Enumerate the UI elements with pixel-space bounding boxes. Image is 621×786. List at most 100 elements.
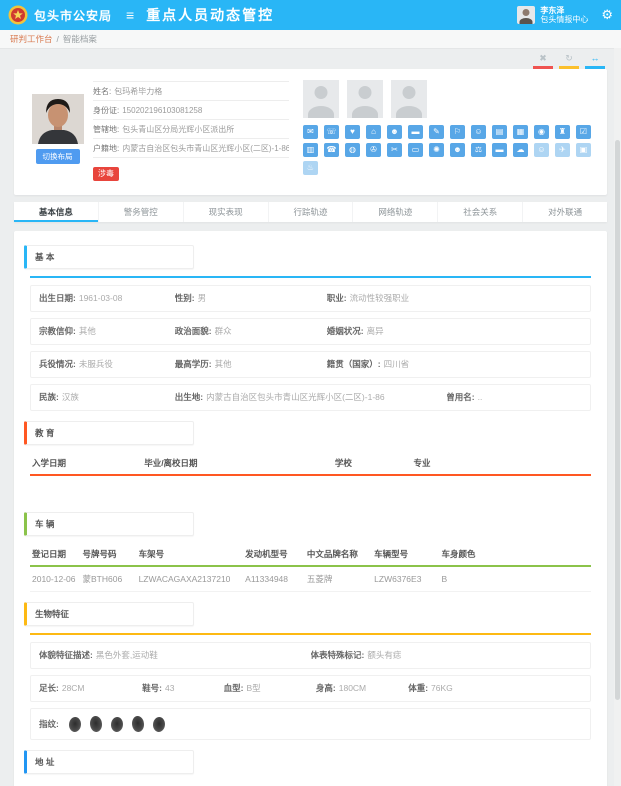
tab[interactable]: 网络轨迹 <box>353 202 438 222</box>
col-vin: 车架号 <box>137 543 244 566</box>
menu-icon[interactable]: ≡ <box>126 7 134 23</box>
creditcard-icon[interactable]: ▬ <box>492 143 507 157</box>
photo-placeholder[interactable] <box>391 80 427 118</box>
field-id-number: 身份证:150202196103081258 <box>93 101 289 120</box>
rss-icon[interactable]: ◍ <box>345 143 360 157</box>
tab[interactable]: 警务管控 <box>99 202 184 222</box>
photo-placeholders <box>303 80 599 118</box>
tab[interactable]: 对外联通 <box>523 202 607 222</box>
chat-icon[interactable]: ✉ <box>303 125 318 139</box>
taxi-icon[interactable]: ✇ <box>366 143 381 157</box>
fingerprint-image <box>131 715 145 732</box>
field-height: 身高:180CM <box>316 683 408 694</box>
hotel-icon[interactable]: ▬ <box>408 125 423 139</box>
refresh-icon[interactable]: ↻ <box>559 52 579 69</box>
field-former-name: 曾用名:.. <box>446 392 582 403</box>
app-title: 包头市公安局 <box>34 7 112 24</box>
bed-icon[interactable]: ▭ <box>408 143 423 157</box>
police-car-icon[interactable]: ⚖ <box>471 143 486 157</box>
fingerprint-image <box>89 715 103 732</box>
document-icon[interactable]: ▤ <box>492 125 507 139</box>
profile-card: 切换布局 姓名:包玛希毕力格 身份证:150202196103081258 管辖… <box>14 69 607 195</box>
cloud-icon[interactable]: ☁ <box>513 143 528 157</box>
field-body-marks: 体表特殊标记:额头有痣 <box>311 650 583 661</box>
group-icon[interactable]: ☻ <box>387 125 402 139</box>
basic-row: 兵役情况:未服兵役 最高学历:其他 籍贯（国家）:四川省 <box>30 351 591 378</box>
drug-involvement-badge: 涉毒 <box>93 167 119 181</box>
fingerprint-row: 指纹: <box>30 708 591 740</box>
phone-call-icon[interactable]: ☏ <box>324 125 339 139</box>
section-vehicle: 车 辆 登记日期 号牌号码 车架号 发动机型号 中文品牌名称 车辆型号 车身颜色 <box>24 512 597 592</box>
fingerprint-image <box>68 716 81 732</box>
col-address-type: 类型 <box>30 781 109 786</box>
col-body-color: 车身颜色 <box>439 543 591 566</box>
user-meta: 李东泽 包头情报中心 <box>540 6 588 24</box>
user-avatar[interactable] <box>517 6 535 24</box>
tab[interactable]: 现实表现 <box>184 202 269 222</box>
field-blood-type: 血型:B型 <box>224 683 316 694</box>
home-icon[interactable]: ⌂ <box>366 125 381 139</box>
fingerprint-label: 指纹: <box>39 719 59 730</box>
scrollbar-thumb[interactable] <box>615 140 620 700</box>
photo-placeholder[interactable] <box>303 80 339 118</box>
heart-icon[interactable]: ♥ <box>345 125 360 139</box>
person-light-icon[interactable]: ☺ <box>534 143 549 157</box>
col-brand-name: 中文品牌名称 <box>305 543 372 566</box>
education-icon[interactable]: ✎ <box>429 125 444 139</box>
bank-icon[interactable]: ♜ <box>555 125 570 139</box>
section-basic: 基 本 出生日期:1961-03-08 性别:男 职业:流动性较强职业 宗教信仰… <box>24 245 597 411</box>
telephone-icon[interactable]: ☎ <box>324 143 339 157</box>
scrollbar-track[interactable] <box>614 48 621 786</box>
col-engine-model: 发动机型号 <box>243 543 305 566</box>
fullscreen-icon[interactable]: ✖ <box>533 52 553 69</box>
train-light-icon[interactable]: ♨ <box>303 161 318 175</box>
tab[interactable]: 行踪轨迹 <box>269 202 354 222</box>
tab[interactable]: 社会关系 <box>438 202 523 222</box>
page-title: 重点人员动态管控 <box>146 5 274 25</box>
collapse-icon[interactable]: ↔ <box>585 52 605 69</box>
detail-card: 基 本 出生日期:1961-03-08 性别:男 职业:流动性较强职业 宗教信仰… <box>14 231 607 786</box>
switch-layout-button[interactable]: 切换布局 <box>36 149 80 164</box>
tag-icon[interactable]: ✂ <box>387 143 402 157</box>
image-icon[interactable]: ▦ <box>513 125 528 139</box>
idcard-icon[interactable]: ▥ <box>303 143 318 157</box>
person-icon[interactable]: ☺ <box>471 125 486 139</box>
fingerprint-image <box>152 716 165 732</box>
field-foot-length: 足长:28CM <box>39 683 142 694</box>
table-header-row: 入学日期 毕业/离校日期 学校 专业 <box>30 452 591 475</box>
user-area: 李东泽 包头情报中心 ⚙ <box>517 6 613 24</box>
user-icon[interactable]: ☻ <box>450 143 465 157</box>
field-birth-place: 出生地:内蒙古自治区包头市青山区光辉小区(二区)-1-86 <box>175 392 447 403</box>
plane-light-icon[interactable]: ✈ <box>555 143 570 157</box>
check-icon[interactable]: ☑ <box>576 125 591 139</box>
profile-right-column: ✉ ☏ ♥ ⌂ ☻ ▬ ✎ ⚐ <box>289 78 599 186</box>
window-controls: ✖ ↻ ↔ <box>14 52 607 69</box>
settings-gear-icon[interactable]: ⚙ <box>601 7 613 23</box>
wifi-icon[interactable]: ◉ <box>534 125 549 139</box>
section-education-title: 教 育 <box>24 421 194 445</box>
table-row: 2010-12-06 蒙BTH606 LZWACAGAXA2137210 A11… <box>30 566 591 592</box>
section-address: 地 址 类型 地址 家庭地址 内蒙古自治区包头市青山区光辉小区(二区)-1-86… <box>24 750 597 786</box>
user-name: 李东泽 <box>540 6 588 15</box>
field-birth-date: 出生日期:1961-03-08 <box>39 293 175 304</box>
bio-row: 体貌特征描述:黑色外套,运动鞋 体表特殊标记:额头有痣 <box>30 642 591 669</box>
photo-placeholder[interactable] <box>347 80 383 118</box>
empty-row <box>30 475 591 502</box>
col-major: 专业 <box>411 452 591 475</box>
section-address-title: 地 址 <box>24 750 194 774</box>
breadcrumb-parent-link[interactable]: 研判工作台 <box>10 33 53 45</box>
tab[interactable]: 基本信息 <box>14 202 99 222</box>
field-household-address: 户籍地:内蒙古自治区包头市青山区光辉小区(二区)-1-86 <box>93 139 289 158</box>
breadcrumb: 研判工作台 / 智能档案 <box>0 30 621 49</box>
fingerprint-image <box>110 716 123 732</box>
id-photo[interactable] <box>32 94 84 144</box>
bio-row: 足长:28CM 鞋号:43 血型:B型 身高:180CM 体重:76KG <box>30 675 591 702</box>
bus-light-icon[interactable]: ▣ <box>576 143 591 157</box>
car-icon[interactable]: ⚐ <box>450 125 465 139</box>
field-education-level: 最高学历:其他 <box>175 359 327 370</box>
col-plate-number: 号牌号码 <box>80 543 136 566</box>
section-biometrics-title: 生物特征 <box>24 602 194 626</box>
field-shoe-size: 鞋号:43 <box>142 683 223 694</box>
page: 包头市公安局 ≡ 重点人员动态管控 李东泽 包头情报中心 ⚙ 研判工作台 / 智… <box>0 0 621 786</box>
gear-icon[interactable]: ✺ <box>429 143 444 157</box>
